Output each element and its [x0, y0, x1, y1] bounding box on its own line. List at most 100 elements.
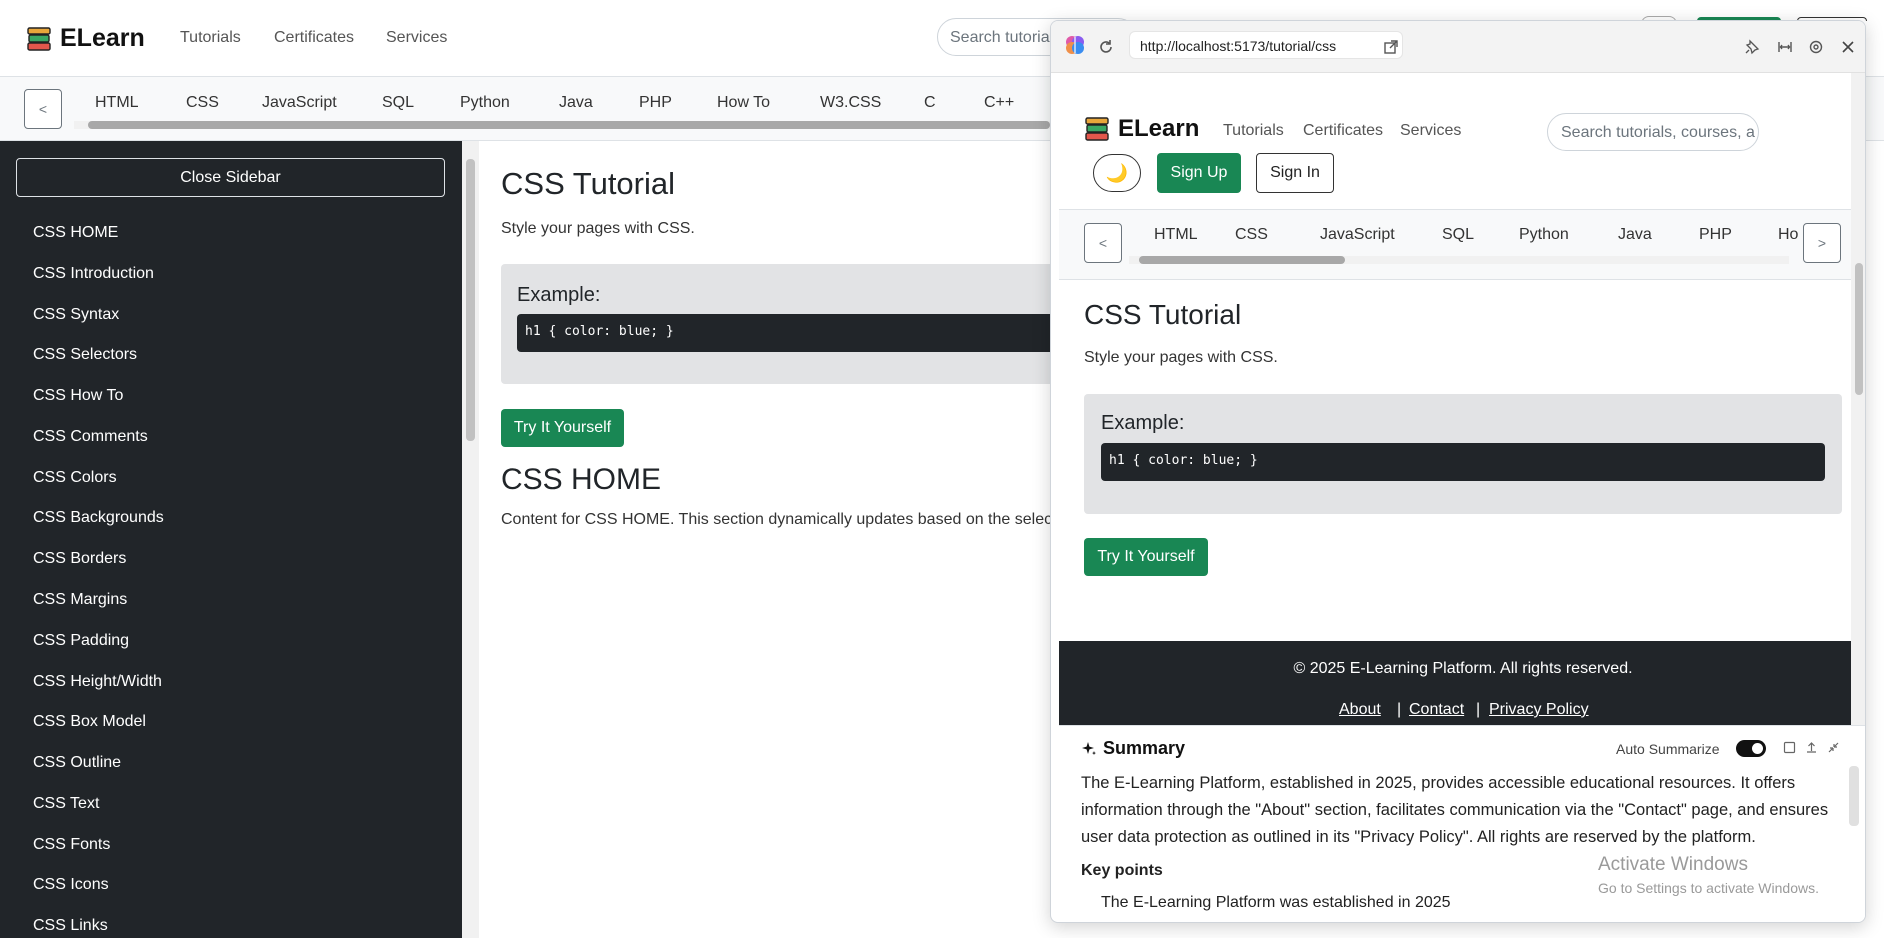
activate-windows-title: Activate Windows	[1598, 854, 1748, 875]
sidebar-item-css-padding[interactable]: CSS Padding	[33, 632, 129, 650]
open-external-icon[interactable]	[1379, 35, 1403, 59]
reload-icon[interactable]	[1094, 35, 1118, 59]
preview-subnav-python[interactable]: Python	[1519, 226, 1569, 244]
preview-scrollbar[interactable]	[1851, 73, 1865, 725]
preview-subnav-css[interactable]: CSS	[1235, 226, 1268, 244]
preview-page-lead: Style your pages with CSS.	[1084, 349, 1278, 366]
preview-subnav-prev-button[interactable]: <	[1084, 223, 1122, 263]
preview-nav-tutorials[interactable]: Tutorials	[1223, 122, 1284, 140]
preview-subnav-sql[interactable]: SQL	[1442, 226, 1474, 244]
subnav-html[interactable]: HTML	[95, 94, 139, 112]
page-title: CSS Tutorial	[501, 166, 676, 201]
collapse-icon[interactable]	[1824, 738, 1842, 756]
brain-icon[interactable]	[1063, 33, 1087, 57]
preview-subnav-next-button[interactable]: >	[1803, 223, 1841, 263]
subnav-php[interactable]: PHP	[639, 94, 672, 112]
sidebar-item-css-introduction[interactable]: CSS Introduction	[33, 265, 154, 283]
sidebar-item-css-outline[interactable]: CSS Outline	[33, 754, 121, 772]
footer-link-privacy-policy[interactable]: Privacy Policy	[1489, 701, 1589, 719]
preview-subnav-scrollbar-thumb[interactable]	[1139, 256, 1345, 264]
close-icon[interactable]	[1836, 35, 1860, 59]
subnav-c[interactable]: C	[924, 94, 936, 112]
toggle-knob	[1752, 743, 1763, 754]
preview-panel: http://localhost:5173/tutorial/css ELear…	[1050, 20, 1866, 923]
preview-example-title: Example:	[1101, 412, 1185, 434]
sidebar-item-css-margins[interactable]: CSS Margins	[33, 591, 127, 609]
key-point-item: The E-Learning Platform was established …	[1101, 894, 1451, 911]
nav-tutorials[interactable]: Tutorials	[180, 29, 241, 47]
sparkle-icon	[1082, 741, 1096, 755]
moon-icon[interactable]: 🌙	[1093, 154, 1141, 192]
share-icon[interactable]	[1802, 738, 1820, 756]
summary-header: Summary	[1081, 738, 1185, 759]
subnav-css[interactable]: CSS	[186, 94, 219, 112]
preview-nav-services[interactable]: Services	[1400, 122, 1461, 140]
preview-subnav-scrollbar[interactable]	[1129, 256, 1789, 264]
preview-subnav-java[interactable]: Java	[1618, 226, 1652, 244]
pin-icon[interactable]	[1740, 35, 1764, 59]
sidebar-item-css-comments[interactable]: CSS Comments	[33, 428, 148, 446]
subnav-python[interactable]: Python	[460, 94, 510, 112]
subnav-w3css[interactable]: W3.CSS	[820, 94, 881, 112]
subnav-cpp[interactable]: C++	[984, 94, 1014, 112]
sidebar-item-css-links[interactable]: CSS Links	[33, 917, 108, 935]
sidebar-item-css-height-width[interactable]: CSS Height/Width	[33, 673, 162, 691]
sidebar-scrollbar-thumb[interactable]	[466, 159, 475, 441]
sidebar: Close Sidebar CSS HOME CSS Introduction …	[0, 141, 462, 938]
preview-subnav: < HTML CSS JavaScript SQL Python Java PH…	[1059, 210, 1865, 280]
fit-width-icon[interactable]	[1773, 35, 1797, 59]
subnav-javascript[interactable]: JavaScript	[262, 94, 337, 112]
subnav-scrollbar-thumb[interactable]	[88, 121, 1050, 129]
section-text: Content for CSS HOME. This section dynam…	[501, 511, 1053, 528]
preview-toolbar: http://localhost:5173/tutorial/css	[1051, 21, 1865, 73]
preview-scrollbar-thumb[interactable]	[1855, 263, 1863, 395]
footer-separator: |	[1476, 701, 1481, 718]
preview-brand-logo[interactable]: ELearn	[1084, 115, 1199, 143]
preview-search-input[interactable]: Search tutorials, courses, a	[1547, 113, 1759, 151]
subnav-scrollbar[interactable]	[74, 121, 1050, 129]
preview-nav-certificates[interactable]: Certificates	[1303, 122, 1383, 140]
footer-link-about[interactable]: About	[1339, 701, 1381, 719]
close-sidebar-button[interactable]: Close Sidebar	[16, 158, 445, 197]
sidebar-item-css-selectors[interactable]: CSS Selectors	[33, 346, 137, 364]
preview-try-it-yourself-button[interactable]: Try It Yourself	[1084, 538, 1208, 576]
summary-title: Summary	[1103, 738, 1186, 758]
footer-separator: |	[1397, 701, 1402, 718]
activate-windows-subtitle: Go to Settings to activate Windows.	[1598, 880, 1819, 896]
sidebar-item-css-colors[interactable]: CSS Colors	[33, 469, 117, 487]
example-box: Example: h1 { color: blue; }	[501, 264, 1077, 384]
sidebar-item-css-home[interactable]: CSS HOME	[33, 224, 118, 242]
preview-brand-name: ELearn	[1118, 115, 1200, 142]
sidebar-item-css-borders[interactable]: CSS Borders	[33, 550, 126, 568]
settings-icon[interactable]	[1804, 35, 1828, 59]
sidebar-item-css-backgrounds[interactable]: CSS Backgrounds	[33, 509, 164, 527]
sidebar-item-css-how-to[interactable]: CSS How To	[33, 387, 123, 405]
sidebar-item-css-icons[interactable]: CSS Icons	[33, 876, 109, 894]
preview-subnav-howto[interactable]: Ho	[1778, 226, 1799, 244]
preview-subnav-php[interactable]: PHP	[1699, 226, 1732, 244]
sidebar-item-css-syntax[interactable]: CSS Syntax	[33, 306, 119, 324]
footer-link-contact[interactable]: Contact	[1409, 701, 1464, 719]
sidebar-item-css-text[interactable]: CSS Text	[33, 795, 99, 813]
preview-header: ELearn Tutorials Certificates Services S…	[1059, 73, 1865, 210]
nav-services[interactable]: Services	[386, 29, 447, 47]
url-bar[interactable]: http://localhost:5173/tutorial/css	[1129, 31, 1403, 59]
copy-icon[interactable]	[1780, 738, 1798, 756]
preview-subnav-javascript[interactable]: JavaScript	[1320, 226, 1395, 244]
auto-summarize-toggle[interactable]	[1736, 740, 1766, 757]
try-it-yourself-button[interactable]: Try It Yourself	[501, 409, 624, 447]
nav-certificates[interactable]: Certificates	[274, 29, 354, 47]
subnav-prev-button[interactable]: <	[24, 89, 62, 129]
sidebar-scrollbar[interactable]	[462, 141, 479, 938]
summary-scrollbar[interactable]	[1849, 766, 1859, 826]
subnav-howto[interactable]: How To	[717, 94, 770, 112]
preview-sign-in-button[interactable]: Sign In	[1256, 153, 1334, 193]
summary-text: The E-Learning Platform, established in …	[1081, 774, 1829, 846]
subnav-java[interactable]: Java	[559, 94, 593, 112]
sidebar-item-css-fonts[interactable]: CSS Fonts	[33, 836, 110, 854]
subnav-sql[interactable]: SQL	[382, 94, 414, 112]
brand-logo[interactable]: ELearn	[26, 24, 145, 53]
preview-subnav-html[interactable]: HTML	[1154, 226, 1198, 244]
sidebar-item-css-box-model[interactable]: CSS Box Model	[33, 713, 146, 731]
preview-sign-up-button[interactable]: Sign Up	[1157, 153, 1241, 193]
